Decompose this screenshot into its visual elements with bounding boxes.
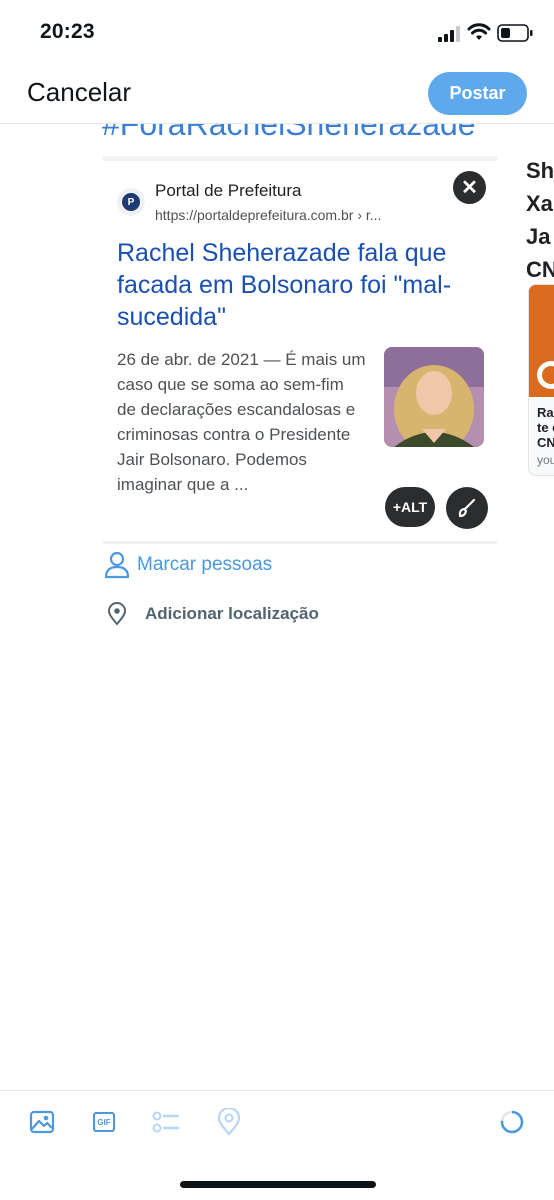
battery-icon xyxy=(497,24,533,42)
peek-text-line: Ra xyxy=(537,405,554,420)
peek-text-line: CN xyxy=(537,435,554,450)
peek-source: you xyxy=(537,453,554,467)
result-thumbnail xyxy=(384,347,484,447)
signal-icon xyxy=(438,26,460,42)
peek-title-line: CN xyxy=(526,257,554,282)
result-headline[interactable]: Rachel Sheherazade fala que facada em Bo… xyxy=(117,237,467,333)
close-icon: ✕ xyxy=(461,177,478,199)
status-time: 20:23 xyxy=(40,20,95,43)
gif-icon: GIF xyxy=(93,1112,115,1132)
remove-media-button[interactable]: ✕ xyxy=(453,171,486,204)
alt-text-button[interactable]: +ALT xyxy=(385,487,435,527)
gif-button[interactable]: GIF xyxy=(90,1108,118,1136)
site-url: https://portaldeprefeitura.com.br › r... xyxy=(155,207,382,223)
site-favicon: P xyxy=(117,188,145,216)
poll-button[interactable] xyxy=(152,1108,180,1136)
peek-text-line: te c xyxy=(537,420,554,435)
toolbar-divider xyxy=(0,1090,554,1091)
brush-icon xyxy=(458,498,476,518)
peek-text: Ra te c CN xyxy=(537,405,554,450)
progress-ring-icon xyxy=(500,1110,524,1134)
site-name: Portal de Prefeitura xyxy=(155,181,302,200)
image-icon xyxy=(29,1110,55,1134)
character-counter xyxy=(498,1108,526,1136)
peek-title-line: Ja xyxy=(526,224,551,249)
media-button[interactable] xyxy=(28,1108,56,1136)
post-button[interactable]: Postar xyxy=(428,72,527,115)
result-snippet: 26 de abr. de 2021 — É mais um caso que … xyxy=(117,350,366,494)
attached-screenshot-card: P Portal de Prefeitura https://portaldep… xyxy=(103,156,497,544)
location-button[interactable] xyxy=(215,1108,243,1136)
tag-people-link[interactable]: Marcar pessoas xyxy=(137,554,272,576)
compose-area: #ForaRachelSheherazade P Portal de Prefe… xyxy=(0,124,554,544)
home-indicator xyxy=(180,1181,376,1188)
peek-title: Sh Xa Ja CN xyxy=(526,154,554,286)
edit-media-button[interactable] xyxy=(446,487,488,529)
location-pin-icon xyxy=(217,1108,241,1136)
person-icon xyxy=(104,551,130,579)
add-location-link[interactable]: Adicionar localização xyxy=(145,604,319,624)
cancel-button[interactable]: Cancelar xyxy=(27,77,131,108)
wifi-icon xyxy=(467,23,491,40)
peek-title-line: Sh xyxy=(526,158,554,183)
peek-card: Ra te c CN you xyxy=(528,284,554,476)
favicon-letter: P xyxy=(122,193,140,211)
location-pin-icon xyxy=(107,602,127,626)
tweet-hashtag[interactable]: #ForaRachelSheherazade xyxy=(102,124,476,143)
poll-icon xyxy=(152,1111,180,1133)
next-result-peek: Sh Xa Ja CN Ra te c CN you xyxy=(526,154,554,476)
peek-title-line: Xa xyxy=(526,191,553,216)
peek-image xyxy=(529,285,554,397)
portrait-image xyxy=(384,347,484,447)
